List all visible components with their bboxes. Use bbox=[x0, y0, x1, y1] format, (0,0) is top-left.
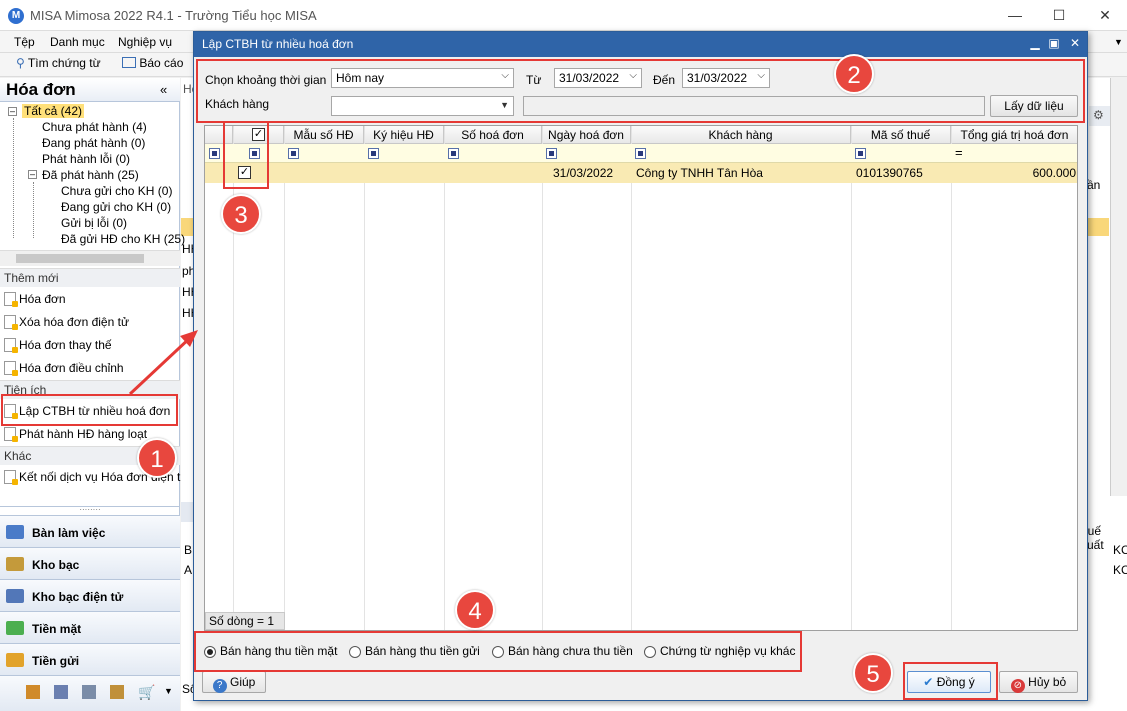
step-badge-1: 1 bbox=[137, 438, 177, 478]
step-badge-5: 5 bbox=[853, 653, 893, 693]
step-badge-2: 2 bbox=[834, 54, 874, 94]
step-badge-3: 3 bbox=[221, 194, 261, 234]
step-badge-4: 4 bbox=[455, 590, 495, 630]
annotation-arrow-line bbox=[128, 334, 194, 396]
annotation-arrow bbox=[128, 330, 198, 396]
